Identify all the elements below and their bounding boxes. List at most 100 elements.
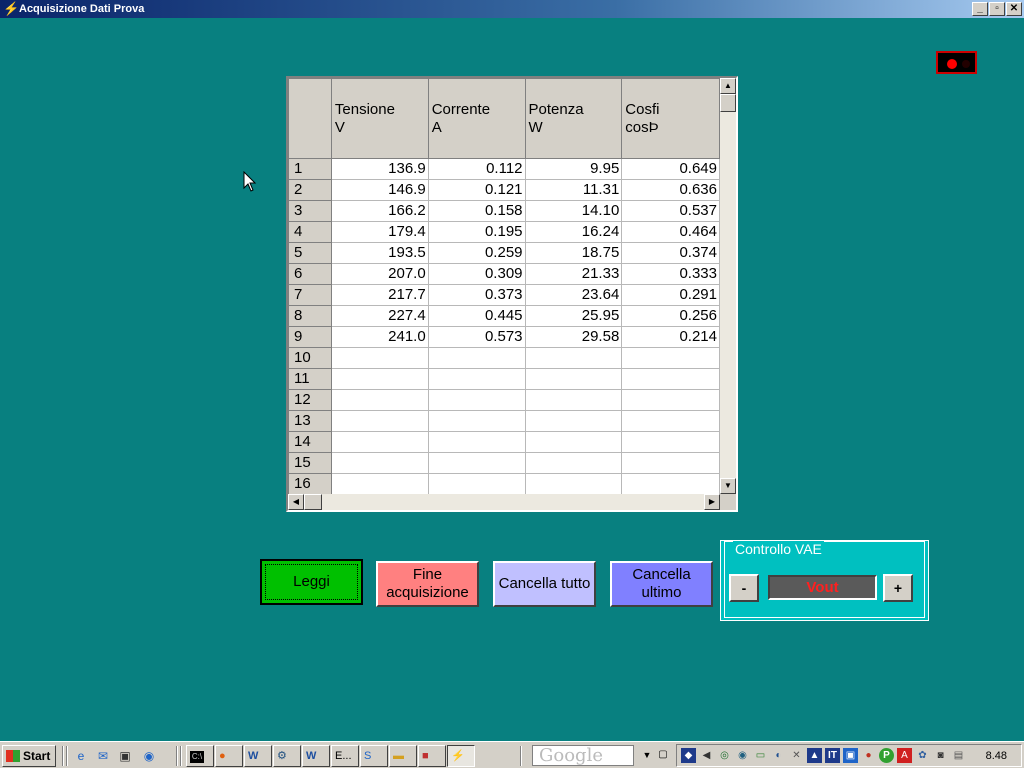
potenza-cell[interactable]	[524, 389, 623, 411]
corrente-cell[interactable]	[427, 347, 526, 369]
minimize-button[interactable]: _	[972, 2, 988, 16]
row-number-cell[interactable]: 14	[288, 431, 332, 453]
corrente-cell[interactable]: 0.373	[427, 284, 526, 306]
row-number-cell[interactable]: 2	[288, 179, 332, 201]
taskbar-task-word-2[interactable]: W	[302, 745, 330, 767]
row-number-cell[interactable]: 7	[288, 284, 332, 306]
horizontal-scrollbar[interactable]: ◀ ▶	[288, 494, 720, 510]
corrente-cell[interactable]: 0.195	[427, 221, 526, 243]
taskbar-task-network[interactable]: ⚙	[273, 745, 301, 767]
connection-icon[interactable]: ✕	[789, 748, 804, 763]
toolbar-options-icon[interactable]: ▢	[654, 746, 672, 764]
corrente-cell[interactable]	[427, 368, 526, 390]
language-icon[interactable]: IT	[825, 748, 840, 763]
corrente-cell[interactable]	[427, 410, 526, 432]
scroll-left-icon[interactable]: ◀	[288, 494, 304, 510]
tensione-cell[interactable]: 179.4	[330, 221, 429, 243]
potenza-cell[interactable]: 16.24	[524, 221, 623, 243]
tensione-cell[interactable]	[330, 452, 429, 474]
corrente-cell[interactable]	[427, 389, 526, 411]
table-row[interactable]: 13	[288, 410, 720, 432]
security-shield-icon[interactable]: ◆	[681, 748, 696, 763]
outlook-express-icon[interactable]: ✉	[94, 747, 112, 765]
scroll-down-icon[interactable]: ▼	[720, 478, 736, 494]
potenza-cell[interactable]: 18.75	[524, 242, 623, 264]
column-header-tensione[interactable]: Tensione V	[330, 78, 429, 159]
settings-gear-icon[interactable]: ✿	[915, 748, 930, 763]
horizontal-scroll-thumb[interactable]	[304, 494, 322, 510]
table-row[interactable]: 11	[288, 368, 720, 390]
table-row[interactable]: 9 241.0 0.573 29.58 0.214	[288, 326, 720, 348]
cosfi-cell[interactable]: 0.374	[621, 242, 720, 264]
taskbar-task-console[interactable]: C:\	[186, 745, 214, 767]
tensione-cell[interactable]: 241.0	[330, 326, 429, 348]
row-number-cell[interactable]: 9	[288, 326, 332, 348]
scroll-right-icon[interactable]: ▶	[704, 494, 720, 510]
cosfi-cell[interactable]: 0.291	[621, 284, 720, 306]
leggi-button[interactable]: Leggi	[260, 559, 363, 605]
table-row[interactable]: 6 207.0 0.309 21.33 0.333	[288, 263, 720, 285]
printer-icon[interactable]: ▤	[951, 748, 966, 763]
increase-button[interactable]: +	[883, 574, 913, 602]
column-header-cosfi[interactable]: Cosfi cosÞ	[621, 78, 720, 159]
potenza-cell[interactable]: 23.64	[524, 284, 623, 306]
corrente-cell[interactable]	[427, 452, 526, 474]
app-icon[interactable]: ⚡	[3, 1, 19, 17]
vertical-scrollbar[interactable]: ▲ ▼	[720, 78, 736, 494]
antivirus-icon[interactable]: ◐	[771, 748, 786, 763]
corrente-cell[interactable]	[427, 473, 526, 494]
corrente-cell[interactable]: 0.121	[427, 179, 526, 201]
table-row[interactable]: 7 217.7 0.373 23.64 0.291	[288, 284, 720, 306]
cosfi-cell[interactable]	[621, 389, 720, 411]
tensione-cell[interactable]	[330, 473, 429, 494]
start-button[interactable]: Start	[2, 745, 56, 767]
cosfi-cell[interactable]: 0.636	[621, 179, 720, 201]
cosfi-cell[interactable]: 0.256	[621, 305, 720, 327]
column-header-potenza[interactable]: Potenza W	[524, 78, 623, 159]
cosfi-cell[interactable]	[621, 473, 720, 494]
potenza-cell[interactable]	[524, 452, 623, 474]
cosfi-cell[interactable]	[621, 410, 720, 432]
row-number-cell[interactable]: 3	[288, 200, 332, 222]
tensione-cell[interactable]: 193.5	[330, 242, 429, 264]
taskbar-task-skype[interactable]: S	[360, 745, 388, 767]
table-row[interactable]: 8 227.4 0.445 25.95 0.256	[288, 305, 720, 327]
acrobat-icon[interactable]: A	[897, 748, 912, 763]
taskbar-task-word[interactable]: W	[244, 745, 272, 767]
cosfi-cell[interactable]	[621, 368, 720, 390]
table-row[interactable]: 3 166.2 0.158 14.10 0.537	[288, 200, 720, 222]
table-row[interactable]: 12	[288, 389, 720, 411]
row-number-cell[interactable]: 15	[288, 452, 332, 474]
table-row[interactable]: 4 179.4 0.195 16.24 0.464	[288, 221, 720, 243]
monitor-icon[interactable]: ▣	[843, 748, 858, 763]
cosfi-cell[interactable]	[621, 452, 720, 474]
p-app-icon[interactable]: P	[879, 748, 894, 763]
potenza-cell[interactable]: 21.33	[524, 263, 623, 285]
corrente-cell[interactable]: 0.158	[427, 200, 526, 222]
table-row[interactable]: 10	[288, 347, 720, 369]
potenza-cell[interactable]: 14.10	[524, 200, 623, 222]
potenza-cell[interactable]: 25.95	[524, 305, 623, 327]
vertical-scroll-thumb[interactable]	[720, 94, 736, 112]
taskbar-task-acquisizione[interactable]: ⚡	[447, 745, 475, 767]
flag-icon[interactable]: ▲	[807, 748, 822, 763]
tensione-cell[interactable]	[330, 431, 429, 453]
potenza-cell[interactable]	[524, 347, 623, 369]
corrente-cell[interactable]: 0.259	[427, 242, 526, 264]
row-number-cell[interactable]: 8	[288, 305, 332, 327]
battery-icon[interactable]: ▭	[753, 748, 768, 763]
tensione-cell[interactable]	[330, 389, 429, 411]
table-row[interactable]: 15	[288, 452, 720, 474]
row-number-cell[interactable]: 1	[288, 158, 332, 180]
restore-button[interactable]: ▫	[989, 2, 1005, 16]
decrease-button[interactable]: -	[729, 574, 759, 602]
data-grid[interactable]: Tensione V Corrente A Potenza W Cosfi cosÞ 1…	[286, 76, 738, 512]
corrente-cell[interactable]: 0.573	[427, 326, 526, 348]
tensione-cell[interactable]: 146.9	[330, 179, 429, 201]
cosfi-cell[interactable]	[621, 431, 720, 453]
tensione-cell[interactable]: 217.7	[330, 284, 429, 306]
taskbar-task-folder[interactable]: ▬	[389, 745, 417, 767]
volume-icon[interactable]: ◀	[699, 748, 714, 763]
update-icon[interactable]: ●	[861, 748, 876, 763]
column-header-corrente[interactable]: Corrente A	[427, 78, 526, 159]
